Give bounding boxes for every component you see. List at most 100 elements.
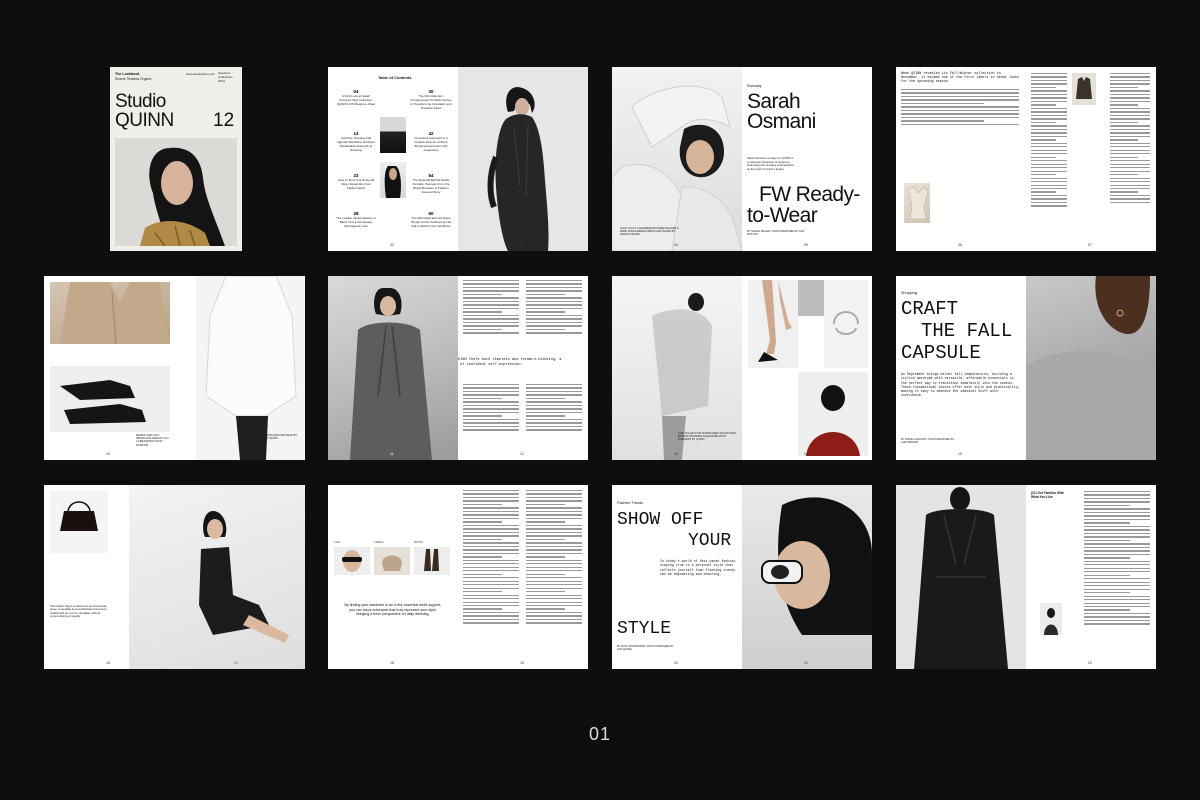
show-byline: BY RUTH WOODWARD / PHOTOGRAPHED BY ANA L… <box>617 645 674 652</box>
show-headline-line3: STYLE <box>617 619 672 639</box>
feature-headline-line2: to-Wear <box>747 204 818 227</box>
photo-red-collar <box>798 372 868 456</box>
feature-photo-portrait: LIGHT SILK & CASHMERE BOUNDED BLAZER & B… <box>612 67 742 251</box>
trench-text-page: (21) Get Familiar With What You Like 23 <box>1026 485 1156 669</box>
page-number: 23 <box>1088 661 1092 665</box>
article-body-lines <box>463 384 519 433</box>
toc-item: 60 The Minimalist Edit: Embrace Simple A… <box>410 211 452 228</box>
cover-website: www.studioquinn.com <box>186 72 216 76</box>
toc-item: 28 The Leather Jacket Season is Back: Fi… <box>336 211 376 228</box>
page-number: 07 <box>1088 243 1092 247</box>
craft-section-label: Shopping <box>901 291 918 295</box>
feature-intro: Sarah Osmani's runway for QUINN is a mas… <box>747 156 794 171</box>
feature-headline-line1: FW Ready- <box>759 183 860 206</box>
accessory-label: CREAM <box>374 541 384 544</box>
article-body-lines <box>526 280 582 336</box>
toc-item-text: The Chic Attention: Contemporary Portfol… <box>410 94 452 110</box>
toc-item: 23 How To Find Your Personal Style: Expa… <box>336 173 376 190</box>
photo-boots <box>414 547 450 575</box>
photo-bracelet <box>824 280 868 368</box>
photo-camel-coat <box>50 282 170 344</box>
accessories-text-page: 19 <box>458 485 588 669</box>
page-number: 05 <box>804 243 808 247</box>
photo-black-trench: AN ELEGANT BLACK LEATHER TRENCH COAT BY … <box>896 485 1026 669</box>
page-number: 06 <box>958 243 962 247</box>
cover-page: The Lookbook Diverse Timeless Organic ww… <box>110 67 242 251</box>
feature-name-line2: Osmani <box>747 110 816 133</box>
toc-item: 14 Craft the Timeless Fall Capsule Wardr… <box>336 131 376 152</box>
craft-headline-line1: CRAFT <box>901 298 959 320</box>
trench-look-title: (21) Get Familiar With What You Like <box>1031 491 1064 499</box>
cover-label-selected: Selected Collections 2024 <box>218 71 233 83</box>
feature-byline: BY SARAH MILLER / PHOTOGRAPHED BY ANA WA… <box>747 230 805 237</box>
page-number: 22 <box>958 661 962 665</box>
article-page-left: When QUINN revealed its Fall/Winter coll… <box>896 67 1026 251</box>
photo-white-sunglasses: 21 <box>742 485 872 669</box>
article-body-lines <box>901 89 1019 127</box>
article-body-lines <box>463 280 519 336</box>
craft-headline-line2: THE FALL <box>921 320 1013 342</box>
caption-sculptural: THIS COLLECTION SHOWCASES SCULPTURAL BOT… <box>678 432 737 442</box>
show-style-spread: Fashion Trends SHOW OFF YOUR In today's … <box>612 485 872 669</box>
feature-section-label: Runway <box>747 83 762 88</box>
photo-white-blouse <box>196 276 305 460</box>
cover-title-line2: QUINN <box>115 110 174 131</box>
page-number: 12 <box>520 452 524 456</box>
article-body-lines <box>1084 491 1150 627</box>
leather-trench-spread: AN ELEGANT BLACK LEATHER TRENCH COAT BY … <box>896 485 1156 669</box>
toc-item: 04 A First Look at Sarah Osmani's New Co… <box>336 89 376 106</box>
page-number: 03 <box>520 243 524 247</box>
page-number: 16 <box>106 661 110 665</box>
cover-label-sub: Diverse Timeless Organic <box>115 77 152 81</box>
toc-item: 42 Conscious Approach to a Creative Dire… <box>410 131 452 152</box>
page-number: 02 <box>390 243 394 247</box>
page-number: 17 <box>234 661 238 665</box>
pull-quote: In this collection, Sarah Osmani's appro… <box>458 356 578 370</box>
photo-black-boots <box>50 366 170 432</box>
show-headline-line1: SHOW OFF <box>617 510 704 530</box>
feature-photo-caption: LIGHT SILK & CASHMERE BOUNDED BLAZER & B… <box>620 227 679 237</box>
cover-photo <box>115 138 237 246</box>
page-number: 10 <box>106 452 110 456</box>
photo-blurred-figure: THIS COLLECTION SHOWCASES SCULPTURAL BOT… <box>612 276 742 460</box>
article-body-lines <box>463 490 519 626</box>
page-number: 11 <box>390 452 394 456</box>
photo-seated-model <box>129 485 305 669</box>
article-body-lines <box>1031 73 1067 209</box>
article-body-lines <box>526 384 582 433</box>
toc-heading: Table of Contents <box>378 75 412 80</box>
lookbook-spread-leather: The leather bag is a structured and func… <box>44 485 305 669</box>
photo-grey-blazer: 11 <box>328 276 458 460</box>
article-body-lines <box>526 490 582 626</box>
cover-title-line1: Studio <box>115 91 166 112</box>
page-number: 18 <box>390 661 394 665</box>
lookbook-spread-blazer: 11 In this collection, Sarah Osmani's ap… <box>328 276 588 460</box>
article-body-lines <box>1110 73 1150 205</box>
caption-leather-bag: The leather bag is a structured and func… <box>50 604 107 619</box>
feature-title-page: Runway Sarah Osmani Sarah Osmani's runwa… <box>742 67 872 251</box>
page-number: 15 <box>958 452 962 456</box>
caption-coat-boots: MERINO AND ANTI-WRINKLE BLAZER BY FLO-LA… <box>136 434 170 447</box>
toc-item-text: The Splendid Behind Studio Portraits: Su… <box>412 178 450 194</box>
toc-item: 30 The Chic Attention: Contemporary Port… <box>410 89 452 110</box>
presentation-number: 01 <box>588 724 612 744</box>
feature-article-spread: When QUINN revealed its Fall/Winter coll… <box>896 67 1156 251</box>
accessories-quote: By finding your wardrobe to an a few ess… <box>344 603 442 617</box>
toc-item-text: The Minimalist Edit: Embrace Simple Anch… <box>410 216 452 228</box>
article-photo-garment <box>904 183 930 223</box>
craft-capsule-spread: Shopping CRAFT THE FALL CAPSULE As Septe… <box>896 276 1156 460</box>
caption-white-blouse: THE WHITE BLOUSE PIECE BY STUDIO QUINN <box>259 434 298 441</box>
lookbook-spread-accessories: CHIC CREAM BOOTS By finding your wardrob… <box>328 485 588 669</box>
craft-headline-line3: CAPSULE <box>901 342 981 364</box>
craft-byline: BY DIANE JACKSON / PHOTOGRAPHED BY ALEX … <box>901 438 955 445</box>
photo-sunglasses-model <box>334 547 370 575</box>
craft-intro: As September brings milder fall temperat… <box>901 372 1020 398</box>
lookbook-spread-sculptural: THIS COLLECTION SHOWCASES SCULPTURAL BOT… <box>612 276 872 460</box>
blazer-article-page: In this collection, Sarah Osmani's appro… <box>458 276 588 460</box>
feature-opening-spread: LIGHT SILK & CASHMERE BOUNDED BLAZER & B… <box>612 67 872 251</box>
craft-title-page: Shopping CRAFT THE FALL CAPSULE As Septe… <box>896 276 1026 460</box>
toc-item-text: Conscious Approach to a Creative Directo… <box>413 136 449 152</box>
toc-thumb-legs <box>380 117 406 153</box>
toc-item-text: How To Find Your Personal Style: Expandi… <box>337 178 375 190</box>
photo-knit-top <box>798 280 824 316</box>
